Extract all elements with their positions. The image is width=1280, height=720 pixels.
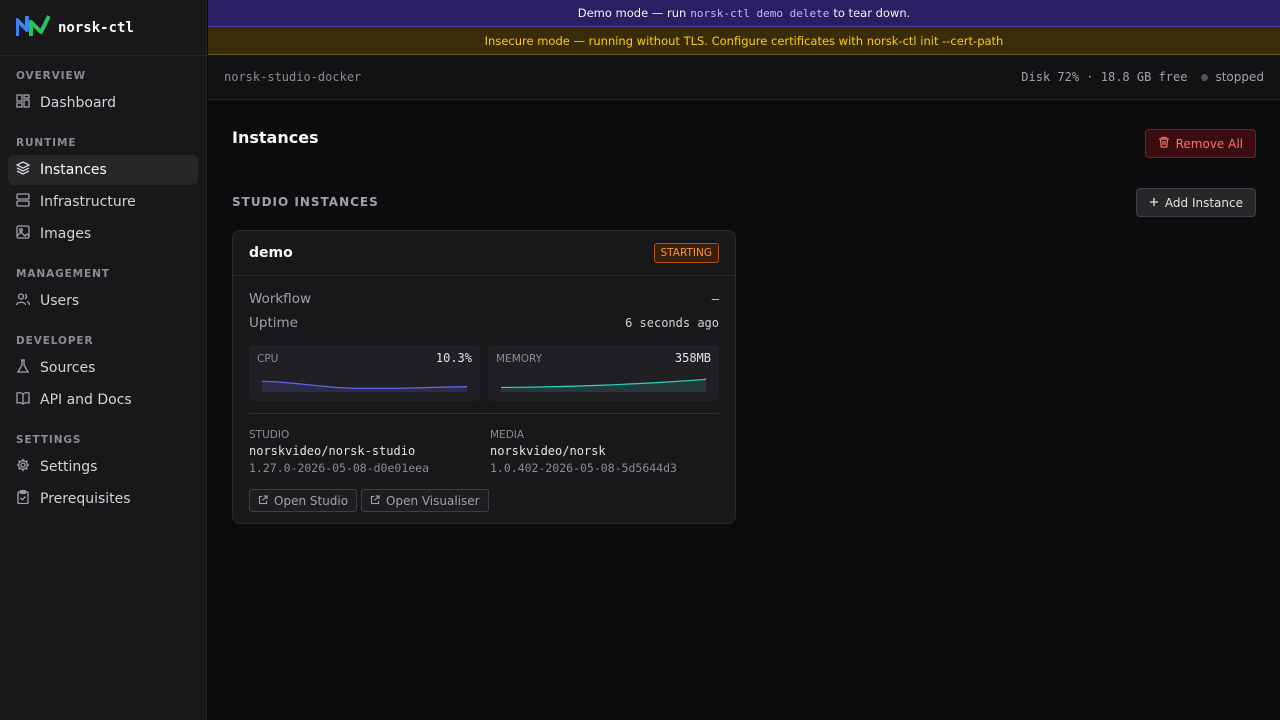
memory-metric: MEMORY 358MB: [488, 345, 719, 401]
book-icon: [16, 391, 30, 409]
cpu-value: 10.3%: [435, 351, 472, 365]
users-icon: [15, 292, 31, 310]
demo-banner-suffix: to tear down.: [833, 6, 911, 20]
sidebar-item-prerequisites[interactable]: Prerequisites: [8, 484, 198, 514]
server-icon: [16, 193, 30, 211]
uptime-value: 6 seconds ago: [625, 316, 719, 330]
media-image: norskvideo/norsk: [490, 444, 606, 458]
sidebar-item-label: Instances: [40, 162, 107, 178]
open-studio-label: Open Studio: [274, 493, 349, 508]
insecure-banner-text: Insecure mode — running without TLS. Con…: [484, 33, 1004, 48]
cpu-sparkline: [261, 380, 468, 392]
cpu-label: CPU: [257, 353, 279, 365]
studio-image: norskvideo/norsk-studio: [249, 444, 416, 458]
media-image-info: MEDIA norskvideo/norsk 1.0.402-2026-05-0…: [490, 429, 677, 475]
sidebar-item-images[interactable]: Images: [8, 219, 198, 249]
service-status: stopped: [1201, 70, 1264, 84]
top-bar: norsk-studio-docker Disk 72% · 18.8 GB f…: [208, 55, 1280, 100]
uptime-row: Uptime 6 seconds ago: [249, 315, 719, 331]
sidebar-item-api-docs[interactable]: API and Docs: [8, 385, 198, 415]
sidebar-item-settings[interactable]: Settings: [8, 452, 198, 482]
sidebar-item-label: Dashboard: [40, 95, 116, 111]
external-link-icon: [258, 494, 268, 508]
cpu-metric: CPU 10.3%: [249, 345, 480, 401]
memory-sparkline: [500, 378, 707, 392]
workflow-row: Workflow –: [249, 291, 719, 307]
section-label-management: MANAGEMENT: [16, 268, 110, 280]
service-status-label: stopped: [1215, 70, 1264, 84]
remove-all-button[interactable]: Remove All: [1144, 129, 1256, 158]
insecure-mode-banner: Insecure mode — running without TLS. Con…: [208, 27, 1280, 55]
media-tag: 1.0.402-2026-05-08-5d5644d3: [490, 461, 677, 475]
sidebar-item-dashboard[interactable]: Dashboard: [8, 88, 198, 118]
memory-label: MEMORY: [496, 353, 543, 365]
sidebar-item-sources[interactable]: Sources: [8, 353, 198, 383]
remove-all-label: Remove All: [1175, 136, 1243, 151]
image-icon: [16, 225, 30, 243]
studio-label: STUDIO: [249, 429, 290, 441]
instance-card: demo STARTING Workflow – Uptime 6 second…: [232, 230, 736, 524]
trash-icon: [1158, 136, 1170, 151]
sidebar-item-infrastructure[interactable]: Infrastructure: [8, 187, 198, 217]
memory-value: 358MB: [674, 351, 711, 365]
add-instance-button[interactable]: Add Instance: [1135, 188, 1256, 217]
open-studio-button[interactable]: Open Studio: [249, 489, 358, 512]
gear-icon: [16, 458, 30, 476]
section-label-settings: SETTINGS: [16, 434, 82, 446]
sidebar-item-label: Sources: [40, 360, 96, 376]
section-title: STUDIO INSTANCES: [232, 195, 379, 209]
sidebar-item-instances[interactable]: Instances: [8, 155, 198, 185]
sidebar: norsk-ctl OVERVIEW Dashboard RUNTIME Ins…: [0, 0, 207, 720]
workflow-label: Workflow: [249, 291, 311, 307]
sidebar-item-label: API and Docs: [40, 392, 132, 408]
sidebar-item-label: Images: [40, 226, 92, 242]
uptime-label: Uptime: [249, 315, 298, 331]
workflow-value: –: [711, 292, 719, 306]
instance-name: demo: [249, 245, 293, 261]
demo-banner-command: norsk-ctl demo delete: [690, 6, 830, 20]
brand[interactable]: norsk-ctl: [0, 0, 206, 56]
app-name: norsk-ctl: [58, 19, 134, 36]
add-instance-label: Add Instance: [1164, 195, 1243, 210]
main-content: Instances Remove All STUDIO INSTANCES Ad…: [208, 100, 1280, 720]
status-dot-icon: [1201, 73, 1209, 81]
clipboard-icon: [16, 490, 30, 508]
media-label: MEDIA: [490, 429, 525, 441]
open-visualiser-button[interactable]: Open Visualiser: [361, 489, 489, 512]
sidebar-item-label: Infrastructure: [40, 194, 136, 210]
section-label-overview: OVERVIEW: [16, 70, 87, 82]
sidebar-item-label: Prerequisites: [40, 491, 131, 507]
divider: [249, 413, 719, 414]
host-name: norsk-studio-docker: [224, 70, 362, 84]
flask-icon: [16, 359, 30, 377]
sidebar-item-users[interactable]: Users: [8, 286, 198, 316]
status-badge: STARTING: [653, 243, 719, 263]
layers-icon: [15, 161, 31, 179]
sidebar-item-label: Settings: [40, 459, 98, 475]
dashboard-icon: [16, 94, 30, 112]
demo-banner-prefix: Demo mode — run: [577, 6, 687, 20]
norsk-logo-icon: [15, 14, 51, 42]
section-label-developer: DEVELOPER: [16, 335, 94, 347]
external-link-icon: [370, 494, 380, 508]
page-title: Instances: [232, 128, 319, 147]
section-label-runtime: RUNTIME: [16, 137, 77, 149]
studio-image-info: STUDIO norskvideo/norsk-studio 1.27.0-20…: [249, 429, 429, 475]
plus-icon: [1149, 196, 1159, 210]
demo-mode-banner: Demo mode — run norsk-ctl demo delete to…: [208, 0, 1280, 27]
sidebar-item-label: Users: [40, 293, 80, 309]
disk-usage: Disk 72% · 18.8 GB free: [1021, 70, 1188, 84]
studio-tag: 1.27.0-2026-05-08-d0e01eea: [249, 461, 430, 475]
open-visualiser-label: Open Visualiser: [386, 493, 480, 508]
